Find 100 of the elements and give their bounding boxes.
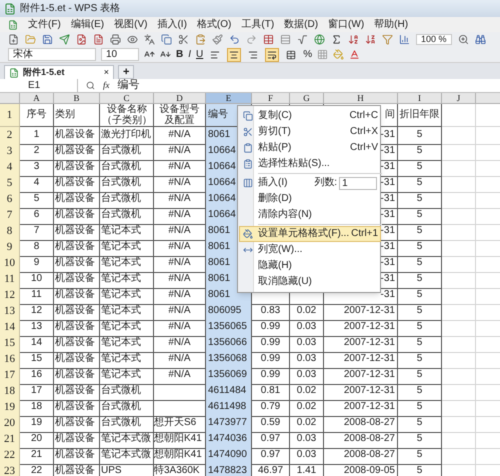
menu-item-label: 复制(C) bbox=[257, 111, 293, 121]
table-cell: 0.02 bbox=[290, 303, 324, 320]
table-cell: 1.41 bbox=[290, 463, 324, 476]
table-cell: 4 bbox=[20, 175, 54, 192]
column-header[interactable]: E bbox=[206, 93, 252, 104]
menu-item[interactable]: 插入(I) bbox=[157, 20, 187, 30]
menu-item[interactable]: 视图(V) bbox=[114, 20, 148, 30]
column-header[interactable]: H bbox=[324, 93, 398, 104]
table-cell: 机器设备 bbox=[54, 287, 100, 304]
font-color-icon[interactable] bbox=[349, 49, 360, 60]
table-cell: 5 bbox=[398, 271, 442, 288]
globe-icon[interactable] bbox=[314, 34, 325, 45]
clipboard-list-icon bbox=[242, 159, 252, 169]
send-icon[interactable] bbox=[59, 34, 70, 45]
bar-chart-icon[interactable] bbox=[399, 34, 410, 45]
table-cell: 0.03 bbox=[290, 319, 324, 336]
sigma-icon[interactable] bbox=[331, 34, 342, 45]
table-cell: 机器设备 bbox=[54, 463, 100, 476]
table-cell: 2008-08-27 bbox=[324, 415, 398, 432]
menu-item[interactable]: 文件(F) bbox=[28, 20, 61, 30]
align-toggle[interactable] bbox=[227, 48, 242, 62]
table-cell: 机器设备 bbox=[54, 335, 100, 352]
table-cell: 0.79 bbox=[252, 399, 290, 416]
font-field[interactable]: 宋体 bbox=[8, 48, 96, 61]
formula-field[interactable]: 编号 bbox=[118, 80, 140, 91]
table-cell: 机器设备 bbox=[54, 191, 100, 208]
undo-icon[interactable] bbox=[229, 34, 240, 45]
row-header[interactable]: 23 bbox=[0, 463, 20, 476]
header-text: （子类别） bbox=[102, 115, 152, 126]
italic-button[interactable]: I bbox=[188, 50, 192, 60]
shortcut-label: Ctrl+X bbox=[349, 127, 380, 137]
column-header[interactable]: B bbox=[54, 93, 100, 104]
table-cell: 2007-12-31 bbox=[324, 335, 398, 352]
zoom-field[interactable]: 100 % bbox=[416, 34, 452, 45]
table-cell: 5 bbox=[20, 191, 54, 208]
column-header[interactable]: I bbox=[398, 93, 442, 104]
bold-button[interactable]: B bbox=[176, 50, 184, 60]
new-file-icon[interactable] bbox=[8, 34, 19, 45]
menu-item-label: 取消隐藏(U) bbox=[257, 277, 313, 287]
table-cell: 5 bbox=[398, 159, 442, 176]
table-cell: 机器设备 bbox=[54, 159, 100, 176]
menu-item[interactable]: 窗口(W) bbox=[328, 20, 364, 30]
font-size-field[interactable]: 10 bbox=[101, 48, 139, 61]
table-cell: 1 bbox=[20, 127, 54, 144]
column-header[interactable]: C bbox=[100, 93, 154, 104]
table-cell: 2008-09-05 bbox=[324, 463, 398, 476]
rows-icon[interactable] bbox=[280, 34, 291, 45]
percent-button[interactable]: % bbox=[303, 50, 312, 60]
fill-color-icon[interactable] bbox=[333, 49, 344, 60]
translate-icon[interactable] bbox=[144, 34, 155, 45]
paste-icon[interactable] bbox=[195, 34, 206, 45]
count-field[interactable]: 1 bbox=[339, 176, 378, 190]
filter-icon[interactable] bbox=[382, 34, 393, 45]
shrink-font-icon[interactable] bbox=[160, 49, 171, 60]
menu-item[interactable]: 工具(T) bbox=[241, 20, 274, 30]
menu-item[interactable]: 数据(D) bbox=[284, 20, 318, 30]
copy-icon[interactable] bbox=[161, 34, 172, 45]
name-box[interactable]: E1 bbox=[0, 79, 78, 92]
align-toggle[interactable] bbox=[265, 48, 280, 62]
zoom-icon[interactable] bbox=[458, 34, 469, 45]
table-cell: 机器设备 bbox=[54, 143, 100, 160]
table-cell: 0.03 bbox=[290, 431, 324, 448]
brush-icon[interactable] bbox=[212, 34, 223, 45]
table-cell: 机器设备 bbox=[54, 207, 100, 224]
search-icon[interactable] bbox=[86, 81, 95, 90]
table-cell: 5 bbox=[398, 335, 442, 352]
table-cell: 台式微机 bbox=[100, 175, 154, 192]
table-cell: 5 bbox=[398, 303, 442, 320]
column-header[interactable]: A bbox=[20, 93, 54, 104]
table-icon[interactable] bbox=[263, 34, 274, 45]
function-icon[interactable]: fx bbox=[103, 81, 110, 90]
table-cell: 笔记本式 bbox=[100, 255, 154, 272]
table-cell: 机器设备 bbox=[54, 431, 100, 448]
underline-button[interactable]: U bbox=[196, 50, 204, 60]
column-header[interactable]: F bbox=[252, 93, 290, 104]
binoculars-icon[interactable] bbox=[474, 34, 486, 45]
row-header[interactable]: 1 bbox=[0, 104, 20, 127]
document-icon[interactable] bbox=[93, 34, 104, 45]
image-file-icon[interactable] bbox=[76, 34, 87, 45]
menu-item[interactable]: 帮助(H) bbox=[374, 20, 408, 30]
table-cell: 机器设备 bbox=[54, 383, 100, 400]
table-cell: 18 bbox=[20, 399, 54, 416]
column-header[interactable]: G bbox=[290, 93, 324, 104]
document-tab[interactable]: 附件1-5.et × bbox=[4, 65, 114, 79]
sort-ascending-icon[interactable] bbox=[348, 34, 359, 45]
close-button[interactable]: × bbox=[104, 68, 109, 77]
table-cell: 笔记本式 bbox=[100, 367, 154, 384]
menu-item[interactable]: 格式(O) bbox=[196, 20, 232, 30]
scissors-icon[interactable] bbox=[178, 34, 189, 45]
menu-item[interactable]: 编辑(E) bbox=[70, 20, 104, 30]
menu-item[interactable]: 设置单元格格式(F)... Ctrl+1 bbox=[239, 226, 382, 242]
table-cell: 台式微机 bbox=[100, 143, 154, 160]
printer-icon[interactable] bbox=[110, 34, 121, 45]
new-tab-button[interactable]: + bbox=[118, 65, 134, 79]
table-cell: 2007-12-31 bbox=[324, 351, 398, 368]
preview-icon[interactable] bbox=[127, 34, 138, 45]
column-header[interactable]: J bbox=[442, 93, 476, 104]
table-cell: 笔记本式 bbox=[100, 223, 154, 240]
radical-icon[interactable] bbox=[297, 34, 308, 45]
sort-descending-icon[interactable] bbox=[365, 34, 376, 45]
